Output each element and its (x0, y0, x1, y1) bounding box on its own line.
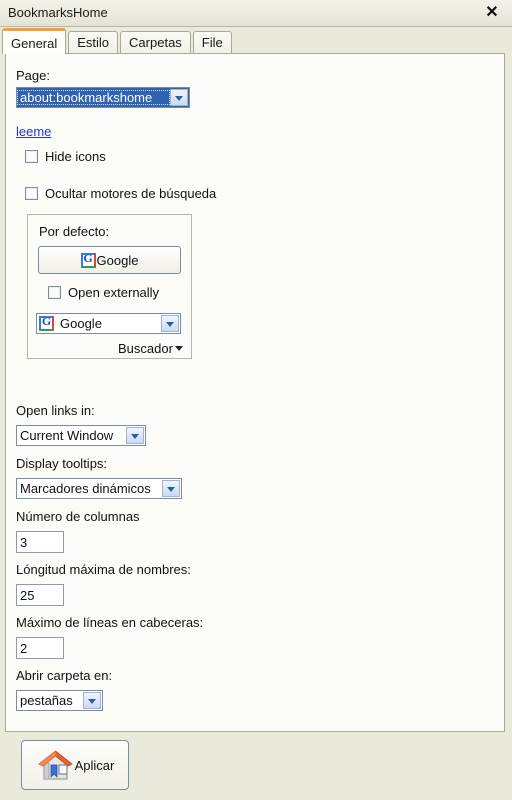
apply-button[interactable]: Aplicar (21, 740, 129, 790)
hide-search-engines-checkbox-row[interactable]: Ocultar motores de búsqueda (25, 186, 216, 201)
chevron-down-icon (83, 692, 101, 709)
hide-search-engines-checkbox[interactable] (25, 187, 38, 200)
general-tab-panel: Page: about:bookmarkshome leeme Hide ico… (5, 53, 505, 732)
hide-icons-checkbox-row[interactable]: Hide icons (25, 149, 106, 164)
home-icon (36, 748, 74, 782)
bookmarks-home-window: BookmarksHome ✕ General Estilo Carpetas … (0, 0, 512, 800)
open-externally-label: Open externally (68, 285, 160, 300)
chevron-down-icon (161, 315, 179, 332)
open-folder-select[interactable]: pestañas (16, 690, 103, 711)
hide-icons-checkbox[interactable] (25, 150, 38, 163)
default-engine-button-label: Google (96, 252, 139, 268)
readme-link[interactable]: leeme (16, 124, 51, 139)
max-header-lines-input[interactable]: 2 (16, 637, 64, 659)
hide-search-engines-label: Ocultar motores de búsqueda (45, 186, 217, 201)
title-bar: BookmarksHome ✕ (0, 0, 512, 27)
default-engine-group: Por defecto: Google Open externally Goog… (27, 214, 192, 359)
columns-input[interactable]: 3 (16, 531, 64, 553)
columns-label: Número de columnas (16, 509, 140, 524)
tab-strip: General Estilo Carpetas File (0, 28, 512, 54)
tab-general[interactable]: General (2, 28, 67, 54)
page-select[interactable]: about:bookmarkshome (16, 87, 190, 108)
hide-icons-label: Hide icons (45, 149, 106, 164)
chevron-down-icon (170, 89, 188, 106)
max-name-length-label: Lóngitud máxima de nombres: (16, 562, 191, 577)
open-folder-label: Abrir carpeta en: (16, 668, 113, 683)
open-links-select-value: Current Window (20, 428, 114, 443)
open-links-label: Open links in: (16, 403, 95, 418)
open-links-select[interactable]: Current Window (16, 425, 146, 446)
open-externally-checkbox[interactable] (48, 286, 61, 299)
max-header-lines-label: Máximo de líneas en cabeceras: (16, 615, 204, 630)
engine-select[interactable]: Google (36, 313, 181, 334)
chevron-down-icon (126, 427, 144, 444)
caret-down-icon (174, 346, 183, 351)
window-title: BookmarksHome (8, 5, 108, 20)
tab-carpetas[interactable]: Carpetas (120, 31, 191, 53)
engine-select-value: Google (60, 316, 102, 331)
search-menu-label: Buscador (118, 341, 173, 356)
tab-file[interactable]: File (192, 31, 232, 53)
default-engine-button[interactable]: Google (38, 246, 181, 274)
open-externally-checkbox-row[interactable]: Open externally (48, 285, 159, 300)
google-favicon-icon (80, 251, 96, 268)
close-icon[interactable]: ✕ (482, 3, 502, 23)
tab-estilo[interactable]: Estilo (68, 31, 119, 53)
open-folder-select-value: pestañas (20, 693, 73, 708)
page-select-value: about:bookmarkshome (17, 90, 170, 105)
search-menu-button[interactable]: Buscador (118, 341, 183, 356)
group-legend: Por defecto: (39, 224, 110, 239)
tooltips-select-value: Marcadores dinámicos (20, 481, 151, 496)
tooltips-label: Display tooltips: (16, 456, 108, 471)
tooltips-select[interactable]: Marcadores dinámicos (16, 478, 182, 499)
max-name-length-input[interactable]: 25 (16, 584, 64, 606)
page-label: Page: (16, 68, 50, 83)
apply-button-label: Aplicar (74, 757, 115, 773)
chevron-down-icon (162, 480, 180, 497)
google-favicon-icon (39, 314, 54, 331)
